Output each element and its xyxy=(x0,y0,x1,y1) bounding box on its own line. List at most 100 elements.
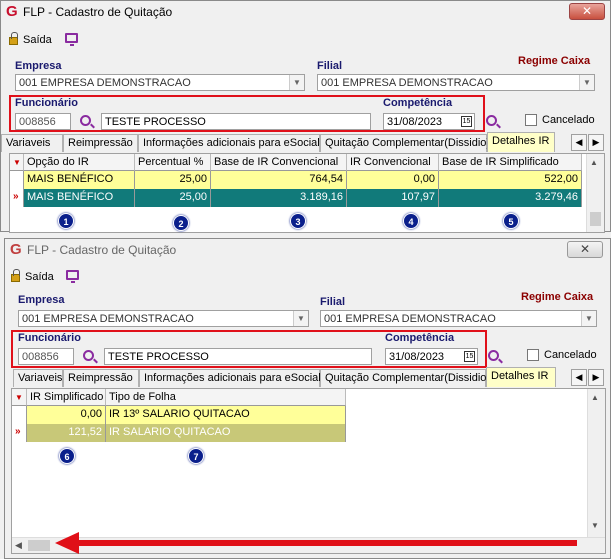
scroll-up-icon[interactable]: ▲ xyxy=(590,158,598,167)
filial-select[interactable]: 001 EMPRESA DEMONSTRACAO ▼ xyxy=(320,310,597,327)
current-row-icon: » xyxy=(13,191,19,202)
chevron-down-icon: ▼ xyxy=(581,311,596,326)
scroll-up-icon[interactable]: ▲ xyxy=(591,393,599,402)
badge-4: 4 xyxy=(403,213,419,229)
cell[interactable]: MAIS BENÉFICO xyxy=(24,171,135,189)
competencia-label: Competência xyxy=(385,332,455,344)
cell[interactable]: 25,00 xyxy=(135,171,211,189)
col-header[interactable]: Base de IR Simplificado xyxy=(439,154,582,171)
tab-next-button[interactable]: ▶ xyxy=(588,134,604,151)
lock-icon[interactable] xyxy=(11,269,20,282)
tab-reimpressao[interactable]: Reimpressão xyxy=(63,134,138,152)
tab-quitacao-complementar[interactable]: Quitação Complementar(Dissidio) xyxy=(320,134,490,152)
cell[interactable]: 121,52 xyxy=(27,424,106,442)
cell[interactable]: 0,00 xyxy=(347,171,439,189)
close-button[interactable]: ✕ xyxy=(567,241,603,258)
current-row-icon: » xyxy=(15,426,21,437)
tab-esocial[interactable]: Informações adicionais para eSocial xyxy=(138,134,320,152)
cancelado-checkbox[interactable] xyxy=(527,349,539,361)
lock-icon[interactable] xyxy=(9,32,18,45)
empresa-select[interactable]: 001 EMPRESA DEMONSTRACAO ▼ xyxy=(15,74,305,91)
scroll-left-icon[interactable]: ◀ xyxy=(15,540,22,551)
window-title: FLP - Cadastro de Quitação xyxy=(27,243,177,257)
exit-button[interactable]: Saída xyxy=(25,271,54,283)
cell[interactable]: 3.279,46 xyxy=(439,189,582,207)
col-header[interactable]: Percentual % xyxy=(135,154,211,171)
tab-prev-button[interactable]: ◀ xyxy=(571,134,587,151)
chevron-down-icon: ▼ xyxy=(289,75,304,90)
col-header[interactable]: Opção do IR xyxy=(24,154,135,171)
cell[interactable]: 0,00 xyxy=(27,406,106,424)
row-indicator xyxy=(12,406,27,424)
monitor-icon[interactable] xyxy=(65,33,78,46)
cell[interactable]: IR 13º SALARIO QUITACAO xyxy=(106,406,346,424)
app-logo-icon: G xyxy=(6,3,18,20)
funcionario-code-field[interactable]: 008856 xyxy=(18,348,74,365)
cell[interactable]: 107,97 xyxy=(347,189,439,207)
ir-grid[interactable]: ▼ IR Simplificado Tipo de Folha 0,00 IR … xyxy=(11,388,606,554)
tab-reimpressao[interactable]: Reimpressão xyxy=(63,369,139,387)
empresa-label: Empresa xyxy=(15,60,62,72)
filial-label: Filial xyxy=(317,60,343,72)
calendar-icon[interactable]: 15 xyxy=(461,116,472,127)
tab-variaveis[interactable]: Variaveis xyxy=(13,369,63,387)
funcionario-code-field[interactable]: 008856 xyxy=(15,113,71,130)
cell[interactable]: 764,54 xyxy=(211,171,347,189)
grid-menu-icon[interactable]: ▼ xyxy=(10,154,24,171)
tab-bar: Variaveis Reimpressão Informações adicio… xyxy=(1,132,611,152)
badge-3: 3 xyxy=(290,213,306,229)
funcionario-name-field[interactable]: TESTE PROCESSO xyxy=(101,113,371,130)
empresa-value: 001 EMPRESA DEMONSTRACAO xyxy=(19,77,191,89)
search-icon[interactable] xyxy=(80,115,91,126)
funcionario-name-field[interactable]: TESTE PROCESSO xyxy=(104,348,372,365)
calendar-icon[interactable]: 15 xyxy=(464,351,475,362)
tab-esocial[interactable]: Informações adicionais para eSocial xyxy=(139,369,321,387)
grid-menu-icon[interactable]: ▼ xyxy=(12,389,27,406)
vertical-scrollbar[interactable]: ▲ xyxy=(586,154,604,232)
empresa-select[interactable]: 001 EMPRESA DEMONSTRACAO ▼ xyxy=(18,310,309,327)
cell[interactable]: MAIS BENÉFICO xyxy=(24,189,135,207)
regime-caixa-label: Regime Caixa xyxy=(521,291,594,303)
title-bar: G FLP - Cadastro de Quitação ✕ xyxy=(1,1,610,23)
vertical-scrollbar[interactable]: ▲ ▼ xyxy=(587,389,605,537)
tab-bar: Variaveis Reimpressão Informações adicio… xyxy=(5,367,611,387)
arrow-line xyxy=(77,540,577,546)
tab-next-button[interactable]: ▶ xyxy=(588,369,604,386)
competencia-value: 31/08/2023 xyxy=(387,116,443,128)
search-icon[interactable] xyxy=(488,350,499,361)
badge-6: 6 xyxy=(59,448,75,464)
close-button[interactable]: ✕ xyxy=(569,3,605,20)
cell[interactable]: 3.189,16 xyxy=(211,189,347,207)
competencia-date-field[interactable]: 31/08/2023 15 xyxy=(383,113,475,130)
competencia-date-field[interactable]: 31/08/2023 15 xyxy=(385,348,478,365)
cell[interactable]: 522,00 xyxy=(439,171,582,189)
chevron-down-icon: ▼ xyxy=(293,311,308,326)
col-header[interactable]: Tipo de Folha xyxy=(106,389,346,406)
cell[interactable]: IR SALARIO QUITACAO xyxy=(106,424,346,442)
competencia-value: 31/08/2023 xyxy=(389,351,445,363)
empresa-value: 001 EMPRESA DEMONSTRACAO xyxy=(22,313,194,325)
empresa-label: Empresa xyxy=(18,294,65,306)
filial-label: Filial xyxy=(320,296,346,308)
col-header[interactable]: IR Simplificado xyxy=(27,389,106,406)
tab-detalhes-ir[interactable]: Detalhes IR xyxy=(486,367,556,387)
col-header[interactable]: Base de IR Convencional xyxy=(211,154,347,171)
search-icon[interactable] xyxy=(486,115,497,126)
tab-prev-button[interactable]: ◀ xyxy=(571,369,587,386)
tab-variaveis[interactable]: Variaveis xyxy=(1,134,63,152)
cell[interactable]: 25,00 xyxy=(135,189,211,207)
monitor-icon[interactable] xyxy=(66,270,79,283)
scroll-down-icon[interactable]: ▼ xyxy=(591,521,599,530)
exit-button[interactable]: Saída xyxy=(23,34,52,46)
tab-detalhes-ir[interactable]: Detalhes IR xyxy=(487,132,555,152)
col-header[interactable]: IR Convencional xyxy=(347,154,439,171)
cancelado-checkbox[interactable] xyxy=(525,114,537,126)
window-title: FLP - Cadastro de Quitação xyxy=(23,5,173,19)
tab-quitacao-complementar[interactable]: Quitação Complementar(Dissidio) xyxy=(320,369,490,387)
scroll-thumb[interactable] xyxy=(590,212,601,226)
search-icon[interactable] xyxy=(83,350,94,361)
filial-select[interactable]: 001 EMPRESA DEMONSTRACAO ▼ xyxy=(317,74,595,91)
badge-7: 7 xyxy=(188,448,204,464)
scroll-thumb[interactable] xyxy=(28,540,50,551)
window-quitacao-top: G FLP - Cadastro de Quitação ✕ Saída Emp… xyxy=(0,0,611,233)
